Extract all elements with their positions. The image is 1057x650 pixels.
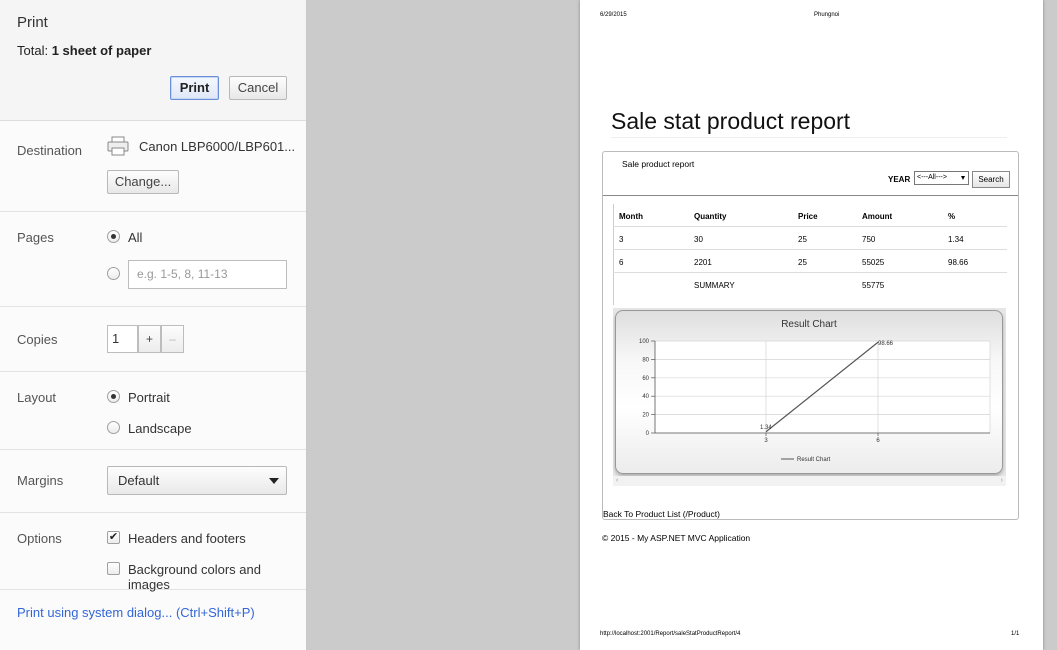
chart-plot: 0 20 40 60 80 100 3 6 1.34 98.66 Result Chart [639,339,991,463]
back-to-product-list-link[interactable]: Back To Product List (/Product) [603,509,720,519]
panel-title: Sale product report [622,159,695,169]
data-label: 1.34 [760,425,772,431]
title-divider [611,137,1007,138]
pages-all-label: All [128,230,143,245]
year-select[interactable]: <---All---> [914,171,969,185]
table-row: 3 30 25 750 1.34 [613,227,1007,250]
legend-label: Result Chart [797,457,831,463]
headers-footers-label: Headers and footers [128,531,246,546]
chart-horizontal-scrollbar[interactable]: ‹ › [613,476,1006,486]
margins-select[interactable]: Default [107,466,287,495]
table-header-row: Month Quantity Price Amount % [613,204,1007,227]
scroll-left-icon[interactable]: ‹ [616,477,618,484]
dropdown-arrow-icon [961,176,965,180]
print-preview-page: 6/29/2015 Phungnoi Sale stat product rep… [580,0,1043,650]
chevron-down-icon [269,478,279,484]
headers-footers-checkbox[interactable]: ✔ [107,531,120,544]
x-tick-label: 3 [764,438,768,444]
pages-custom-radio[interactable] [107,267,120,280]
copyright-text: © 2015 - My ASP.NET MVC Application [602,533,751,543]
copies-input[interactable]: 1 [107,325,138,353]
report-panel: Sale product report YEAR <---All---> Sea… [602,151,1019,520]
total-value: 1 sheet of paper [51,43,152,58]
col-header-month: Month [619,212,643,221]
cell-price: 25 [798,235,807,244]
col-header-quantity: Quantity [694,212,727,221]
y-tick-label: 40 [642,394,649,400]
summary-label: SUMMARY [694,281,735,290]
pages-label: Pages [17,230,54,245]
pages-range-input[interactable]: e.g. 1-5, 8, 11-13 [128,260,287,289]
total-sheets: Total: 1 sheet of paper [17,43,151,58]
copies-label: Copies [17,332,58,347]
cell-month: 6 [619,258,624,267]
margins-label: Margins [17,473,64,488]
cell-amount: 55025 [862,258,885,267]
col-header-percent: % [948,212,956,221]
margins-value: Default [118,473,160,488]
copies-decrement-button[interactable]: – [161,325,184,353]
summary-amount: 55775 [862,281,885,290]
cell-amount: 750 [862,235,876,244]
page-header-date: 6/29/2015 [600,12,627,18]
destination-section [0,121,306,212]
print-button[interactable]: Print [170,76,219,100]
report-title: Sale stat product report [611,108,851,134]
print-title: Print [17,14,48,31]
printer-name: Canon LBP6000/LBP601... [139,139,296,154]
x-tick-label: 6 [876,438,880,444]
cell-quantity: 2201 [694,258,712,267]
cell-price: 25 [798,258,807,267]
options-label: Options [17,531,62,546]
cancel-button[interactable]: Cancel [229,76,287,100]
pages-all-radio[interactable] [107,230,120,243]
table-summary-row: SUMMARY 55775 [613,273,1007,296]
table-row: 6 2201 25 55025 98.66 [613,250,1007,273]
scroll-right-icon[interactable]: › [1001,477,1003,484]
layout-portrait-label: Portrait [128,390,170,405]
y-tick-label: 0 [646,431,650,437]
y-tick-label: 80 [642,357,649,363]
printer-icon [107,136,129,156]
year-label: YEAR [888,175,911,184]
col-header-amount: Amount [862,212,893,221]
cell-quantity: 30 [694,235,703,244]
y-tick-label: 60 [642,376,649,382]
print-settings-sidebar: Print Total: 1 sheet of paper Print Canc… [0,0,307,650]
cell-percent: 98.66 [948,258,969,267]
page-footer-number: 1/1 [1011,631,1020,637]
layout-landscape-label: Landscape [128,421,192,436]
search-button[interactable]: Search [972,171,1010,188]
data-label: 98.66 [878,341,894,347]
destination-label: Destination [17,143,83,158]
layout-section [0,372,306,450]
panel-divider [603,195,1018,196]
cell-month: 3 [619,235,624,244]
change-destination-button[interactable]: Change... [107,170,179,194]
layout-portrait-radio[interactable] [107,390,120,403]
col-header-price: Price [798,212,818,221]
copies-increment-button[interactable]: + [138,325,161,353]
y-tick-label: 20 [642,413,649,419]
layout-landscape-radio[interactable] [107,421,120,434]
year-value: <---All---> [917,174,947,181]
page-header-title: Phungnoi [814,12,840,18]
background-graphics-label: Background colors and images [128,562,261,592]
background-graphics-checkbox[interactable] [107,562,120,575]
layout-label: Layout [17,390,57,405]
chart-container: Result Chart 0 20 40 60 80 100 3 6 1.34 98.66 Resu… [613,308,1006,486]
result-chart: Result Chart 0 20 40 60 80 100 3 6 1.34 98.66 Resu… [615,310,1003,474]
cell-percent: 1.34 [948,235,964,244]
total-label: Total: [17,43,49,58]
y-tick-label: 100 [639,339,650,345]
system-dialog-link[interactable]: Print using system dialog... (Ctrl+Shift… [17,605,255,620]
print-header: Print Total: 1 sheet of paper Print Canc… [0,0,306,121]
page-footer-url: http://localhost:2001/Report/saleStatPro… [600,631,741,637]
